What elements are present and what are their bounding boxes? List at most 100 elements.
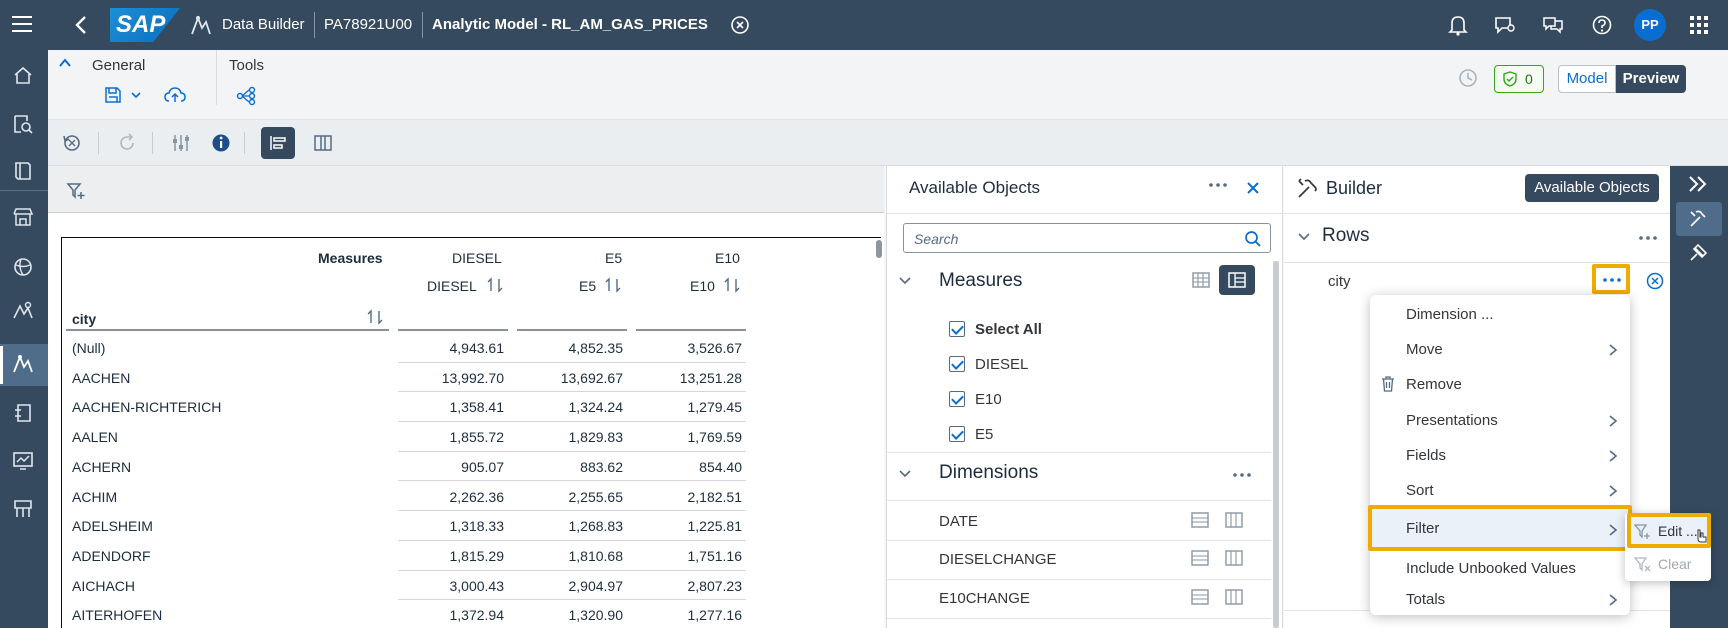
list-item[interactable]: DIESELCHANGE — [887, 541, 1271, 579]
diesel-cell[interactable]: 4,943.61 — [394, 340, 505, 356]
model-toggle-button[interactable]: Model — [1558, 65, 1616, 93]
save-dropdown-icon[interactable] — [130, 90, 142, 100]
builder-panel-toggle-icon[interactable] — [261, 127, 295, 159]
monitor-icon[interactable] — [12, 450, 36, 474]
menu-item-move[interactable]: Move — [1370, 332, 1630, 367]
diesel-cell[interactable]: 1,815.29 — [394, 548, 505, 564]
collapse-header-icon[interactable] — [58, 57, 72, 69]
measure-checkbox-diesel[interactable] — [949, 356, 965, 372]
city-cell[interactable]: ACHERN — [72, 459, 131, 475]
catalog-search-icon[interactable] — [12, 113, 36, 137]
e10-cell[interactable]: 1,277.16 — [632, 607, 743, 623]
sort-icon[interactable] — [367, 308, 383, 326]
diesel-cell[interactable]: 1,855.72 — [394, 429, 505, 445]
diesel-cell[interactable]: 1,372.94 — [394, 607, 505, 623]
e10-cell[interactable]: 2,807.23 — [632, 578, 743, 594]
preview-toggle-button[interactable]: Preview — [1616, 65, 1686, 93]
table-view-icon[interactable] — [1191, 270, 1211, 290]
business-builder-icon[interactable] — [12, 300, 36, 324]
undo-icon[interactable] — [55, 127, 89, 159]
collapse-dimensions-icon[interactable] — [897, 468, 913, 480]
save-icon[interactable] — [104, 86, 122, 104]
add-to-columns-icon[interactable] — [1225, 549, 1243, 567]
add-to-columns-icon[interactable] — [1225, 588, 1243, 606]
e5-cell[interactable]: 1,320.90 — [513, 607, 624, 623]
menu-item-presentations[interactable]: Presentations — [1370, 403, 1630, 438]
sort-icon[interactable] — [724, 276, 740, 294]
refresh-icon[interactable] — [110, 127, 144, 159]
diesel-cell[interactable]: 905.07 — [394, 459, 504, 475]
settings-sliders-icon[interactable] — [164, 127, 198, 159]
e5-cell[interactable]: 4,852.35 — [513, 340, 624, 356]
e5-cell[interactable]: 1,268.83 — [513, 518, 624, 534]
styling-icon[interactable] — [1687, 242, 1709, 264]
impact-lineage-icon[interactable] — [236, 86, 256, 106]
col-header-e10[interactable]: E10 — [690, 278, 715, 294]
menu-item-filter[interactable]: Filter — [1368, 505, 1632, 551]
apps-grid-icon[interactable] — [1690, 16, 1708, 34]
e5-cell[interactable]: 2,255.65 — [513, 489, 624, 505]
add-to-rows-icon[interactable] — [1191, 588, 1209, 606]
remove-row-icon[interactable] — [1646, 272, 1664, 290]
diesel-cell[interactable]: 1,318.33 — [394, 518, 505, 534]
help-icon[interactable] — [1592, 15, 1612, 35]
city-cell[interactable]: AITERHOFEN — [72, 607, 162, 623]
data-builder-icon[interactable] — [12, 353, 36, 377]
repository-icon[interactable] — [12, 160, 36, 184]
menu-item-fields[interactable]: Fields — [1370, 438, 1630, 473]
sort-icon[interactable] — [487, 276, 503, 294]
col-header-diesel[interactable]: DIESEL — [427, 278, 477, 294]
feedback-icon[interactable] — [1494, 15, 1516, 35]
diesel-cell[interactable]: 1,358.41 — [394, 399, 505, 415]
breadcrumb-data-builder[interactable]: Data Builder — [222, 16, 305, 33]
city-cell[interactable]: AACHEN — [72, 370, 130, 386]
e10-cell[interactable]: 3,526.67 — [632, 340, 743, 356]
e5-cell[interactable]: 1,324.24 — [513, 399, 624, 415]
collapse-measures-icon[interactable] — [897, 275, 913, 287]
city-cell[interactable]: (Null) — [72, 340, 105, 356]
validation-badge[interactable]: 0 — [1494, 65, 1544, 93]
add-filter-icon[interactable] — [66, 181, 86, 201]
data-integration-icon[interactable] — [12, 402, 36, 426]
submenu-item-edit[interactable]: Edit ... — [1627, 513, 1711, 548]
city-cell[interactable]: ADENDORF — [72, 548, 151, 564]
globe-icon[interactable] — [12, 256, 36, 280]
e5-cell[interactable]: 13,692.67 — [513, 370, 623, 386]
add-to-rows-icon[interactable] — [1191, 549, 1209, 567]
close-icon[interactable] — [1245, 180, 1261, 196]
home-icon[interactable] — [12, 64, 36, 88]
city-cell[interactable]: AALEN — [72, 429, 118, 445]
diesel-cell[interactable]: 3,000.43 — [394, 578, 505, 594]
info-icon[interactable] — [204, 127, 238, 159]
col-header-e5[interactable]: E5 — [579, 278, 596, 294]
diesel-cell[interactable]: 13,992.70 — [394, 370, 504, 386]
panel-scrollbar-thumb[interactable] — [1273, 261, 1279, 628]
builder-tab-active[interactable] — [1676, 202, 1722, 236]
row-item-more-button[interactable] — [1592, 264, 1630, 294]
menu-item-totals[interactable]: Totals — [1370, 579, 1630, 614]
menu-item-remove[interactable]: Remove — [1370, 367, 1630, 402]
measure-checkbox-e5[interactable] — [949, 426, 965, 442]
e5-cell[interactable]: 1,829.83 — [513, 429, 624, 445]
e10-cell[interactable]: 1,225.81 — [632, 518, 743, 534]
notifications-icon[interactable] — [1448, 14, 1468, 36]
city-cell[interactable]: AICHACH — [72, 578, 135, 594]
add-to-columns-icon[interactable] — [1225, 511, 1243, 529]
avatar[interactable]: PP — [1634, 9, 1666, 41]
more-options-icon[interactable] — [1637, 233, 1659, 243]
city-cell[interactable]: ADELSHEIM — [72, 518, 153, 534]
e10-cell[interactable]: 13,251.28 — [632, 370, 742, 386]
marketplace-icon[interactable] — [12, 206, 36, 230]
city-cell[interactable]: AACHEN-RICHTERICH — [72, 399, 221, 415]
search-input[interactable]: Search — [903, 223, 1271, 253]
e10-cell[interactable]: 1,751.16 — [632, 548, 743, 564]
e10-cell[interactable]: 1,769.59 — [632, 429, 743, 445]
row-header-city[interactable]: city — [72, 311, 96, 327]
menu-icon[interactable] — [12, 14, 34, 34]
more-options-icon[interactable] — [1207, 180, 1229, 190]
menu-item-dimension[interactable]: Dimension ... — [1370, 297, 1630, 332]
back-icon[interactable] — [74, 15, 88, 35]
diesel-cell[interactable]: 2,262.36 — [394, 489, 505, 505]
add-to-rows-icon[interactable] — [1191, 511, 1209, 529]
submenu-item-clear[interactable]: Clear — [1627, 550, 1711, 580]
